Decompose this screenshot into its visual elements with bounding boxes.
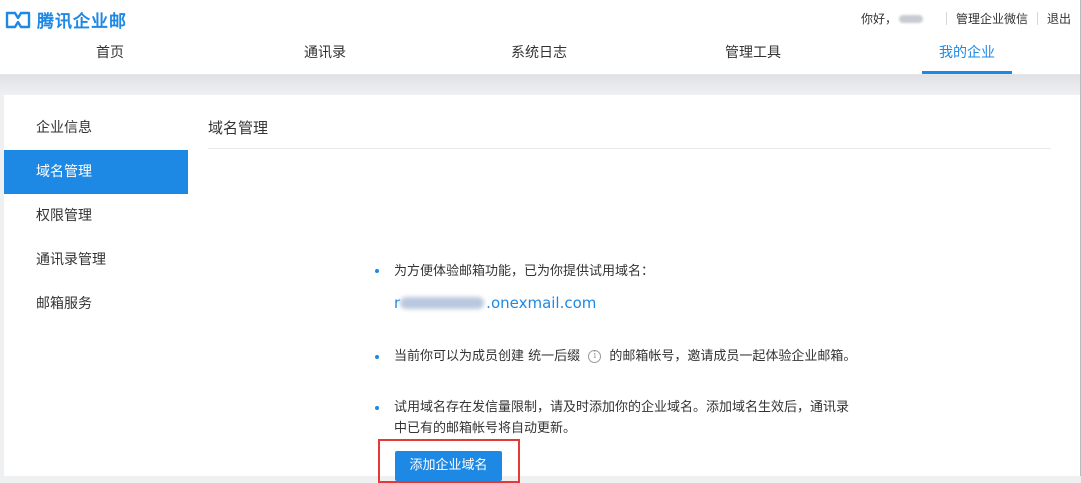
trial-domain: r .onexmail.com — [394, 294, 596, 312]
tencent-exmail-logo-icon — [5, 11, 31, 28]
trial-domain-redacted — [400, 297, 485, 309]
username-redacted — [898, 14, 923, 23]
trial-domain-suffix: .onexmail.com — [486, 294, 597, 312]
user-area: 你好， 管理企业微信 退出 — [861, 10, 1071, 27]
top-bar: 腾讯企业邮 你好， 管理企业微信 退出 — [0, 0, 1081, 33]
greeting-text: 你好， — [860, 12, 897, 26]
notice-create-accounts-part1: 当前你可以为成员创建 统一后缀 — [394, 349, 581, 364]
notice-create-accounts-part2: 的邮箱帐号，邀请成员一起体验企业邮箱。 — [609, 349, 857, 364]
sidebar-item-contacts-management[interactable]: 通讯录管理 — [4, 238, 188, 282]
page-title: 域名管理 — [208, 119, 269, 137]
nav-system-log[interactable]: 系统日志 — [500, 33, 578, 74]
main-panel: 域名管理 为方便体验邮箱功能，已为你提供试用域名： r .onexmail.co… — [188, 95, 1081, 483]
bullet-icon — [375, 406, 381, 412]
title-divider — [208, 148, 1051, 149]
sidebar-item-permissions[interactable]: 权限管理 — [4, 194, 188, 238]
header-shadow — [0, 75, 1081, 95]
manage-wechat-link[interactable]: 管理企业微信 — [956, 10, 1028, 27]
nav-contacts[interactable]: 通讯录 — [290, 33, 360, 74]
add-enterprise-domain-button[interactable]: 添加企业域名 — [395, 451, 502, 481]
logout-link[interactable]: 退出 — [1047, 10, 1071, 27]
nav-admin-tools[interactable]: 管理工具 — [712, 33, 794, 74]
bullet-icon — [375, 269, 381, 275]
bullet-icon — [375, 355, 381, 361]
sidebar: 企业信息 域名管理 权限管理 通讯录管理 邮箱服务 — [4, 95, 188, 476]
divider — [945, 12, 947, 25]
sidebar-item-enterprise-info[interactable]: 企业信息 — [4, 106, 188, 150]
notice-add-domain-line1: 试用域名存在发信量限制，请及时添加你的企业域名。添加域名生效后，通讯录 — [394, 400, 850, 415]
info-icon[interactable]: i — [588, 350, 602, 363]
notice-trial-domain: 为方便体验邮箱功能，已为你提供试用域名： — [394, 264, 655, 279]
app-logo[interactable]: 腾讯企业邮 — [5, 7, 127, 32]
divider — [1036, 12, 1038, 25]
brand-name: 腾讯企业邮 — [37, 12, 127, 32]
sidebar-item-domain-management[interactable]: 域名管理 — [4, 150, 188, 194]
notice-add-domain-line2: 中已有的邮箱帐号将自动更新。 — [394, 421, 577, 436]
sidebar-item-mailbox-service[interactable]: 邮箱服务 — [4, 282, 188, 326]
highlight-box: 添加企业域名 — [378, 439, 520, 483]
nav-my-enterprise[interactable]: 我的企业 — [922, 33, 1012, 74]
main-nav: 首页 通讯录 系统日志 管理工具 我的企业 — [0, 33, 1081, 75]
notice-create-accounts: 当前你可以为成员创建 统一后缀 i 的邮箱帐号，邀请成员一起体验企业邮箱。 — [394, 346, 856, 367]
nav-home[interactable]: 首页 — [80, 33, 140, 74]
